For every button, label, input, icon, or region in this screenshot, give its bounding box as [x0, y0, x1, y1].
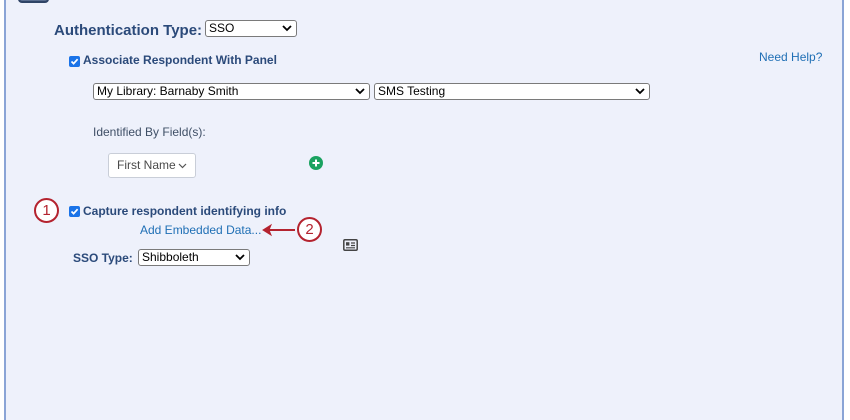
capture-info-checkbox[interactable] [69, 206, 80, 217]
authentication-type-select[interactable]: SSO [205, 20, 297, 37]
chevron-down-icon [235, 254, 245, 261]
identified-field-dropdown[interactable]: First Name [108, 153, 196, 178]
arrow-left-icon [262, 223, 295, 237]
id-card-icon[interactable] [343, 239, 358, 251]
library-select[interactable]: My Library: Barnaby Smith [93, 83, 370, 100]
sso-type-value: Shibboleth [142, 250, 199, 264]
panel-collapse-tab[interactable] [18, 0, 49, 3]
sso-type-label: SSO Type: [73, 251, 133, 265]
library-value: My Library: Barnaby Smith [97, 84, 239, 98]
chevron-down-icon [178, 163, 187, 169]
add-field-button[interactable] [309, 156, 323, 170]
panel-select[interactable]: SMS Testing [374, 83, 650, 100]
identified-field-value: First Name [117, 158, 176, 172]
associate-panel-checkbox[interactable] [69, 56, 80, 67]
authentication-type-label: Authentication Type: [54, 22, 203, 39]
checkmark-icon [70, 58, 79, 65]
callout-1: 1 [34, 198, 59, 223]
authentication-type-value: SSO [209, 21, 235, 35]
plus-circle-icon [312, 159, 320, 167]
chevron-down-icon [282, 25, 292, 32]
checkmark-icon [70, 208, 79, 215]
sso-type-select[interactable]: Shibboleth [138, 249, 250, 266]
associate-panel-label: Associate Respondent With Panel [83, 53, 277, 67]
chevron-down-icon [635, 88, 645, 95]
capture-info-label: Capture respondent identifying info [83, 204, 287, 218]
callout-2: 2 [297, 217, 322, 242]
need-help-link[interactable]: Need Help? [759, 50, 822, 64]
chevron-down-icon [355, 88, 365, 95]
panel-value: SMS Testing [378, 84, 446, 98]
identified-by-label: Identified By Field(s): [93, 125, 206, 139]
add-embedded-data-link[interactable]: Add Embedded Data... [140, 223, 261, 237]
